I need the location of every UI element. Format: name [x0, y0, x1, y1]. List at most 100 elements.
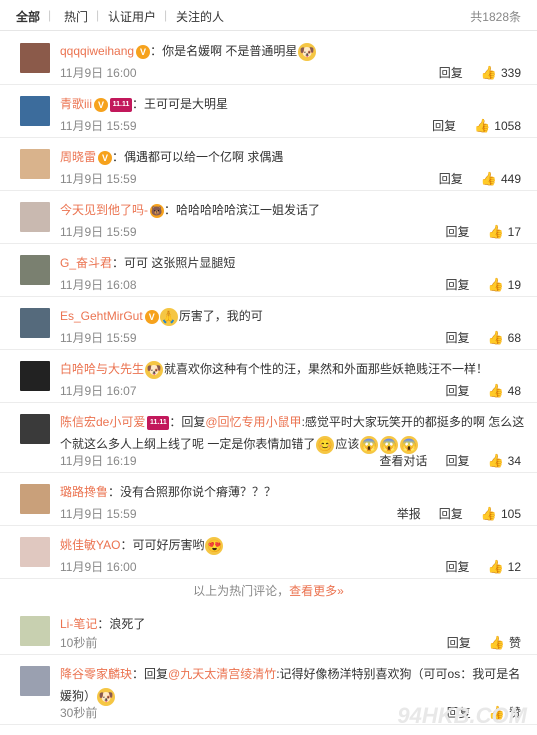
comment-body: Es_GehtMirGut V 🙏 厉害了，我的可 — [60, 305, 525, 327]
avatar[interactable] — [20, 255, 50, 285]
avatar[interactable] — [20, 537, 50, 567]
like-count: 1058 — [494, 119, 521, 133]
tab-all[interactable]: 全部 — [16, 8, 40, 25]
comment-actions: 回复 👍 12 — [427, 558, 521, 575]
comment-username[interactable]: 白哈哈与大先生 — [60, 362, 144, 376]
avatar[interactable] — [20, 96, 50, 126]
comment-content: ：没有合照那你说个瘠薄？？？ — [108, 485, 277, 499]
like-count: 339 — [500, 66, 521, 80]
reply-button[interactable]: 回复 — [445, 382, 469, 399]
comment-text: 青歌iii V 11.11 ：王可可是大明星 — [60, 93, 525, 115]
thumbs-up-icon: 👍 — [487, 559, 504, 574]
comment-actions: 回复 👍 449 — [421, 170, 521, 187]
comment-actions: 回复 👍 1058 — [414, 117, 521, 134]
avatar[interactable] — [20, 202, 50, 232]
view-more-link[interactable]: 查看更多» — [289, 584, 344, 598]
comment-item: Es_GehtMirGut V 🙏 厉害了，我的可 11月9日 15:59 回复 👍 68 — [0, 296, 537, 350]
comment-content: ：你是名媛啊 不是普通明星 — [150, 44, 298, 58]
report-button[interactable]: 举报 — [397, 505, 421, 522]
mention-link[interactable]: @九天太清宫绫清竹 — [168, 667, 276, 681]
comment-username[interactable]: 青歌iii — [60, 97, 92, 111]
comment-username[interactable]: 璐路搀鲁 — [60, 485, 108, 499]
tab-separator: | — [48, 8, 52, 22]
like-button[interactable]: 👍 105 — [481, 506, 521, 522]
like-button[interactable]: 👍 1058 — [474, 118, 521, 134]
like-button[interactable]: 👍 12 — [487, 559, 521, 575]
thumbs-up-icon: 👍 — [487, 383, 504, 398]
avatar[interactable] — [20, 484, 50, 514]
avatar[interactable] — [20, 414, 50, 444]
comment-time: 11月9日 16:08 — [60, 278, 137, 292]
reply-button[interactable]: 回复 — [445, 223, 469, 240]
comment-body: 青歌iii V 11.11 ：王可可是大明星 — [60, 93, 525, 115]
tab-following[interactable]: 关注的人 — [176, 8, 224, 25]
comment-item: 周晓雷 V ：偶遇都可以给一个亿啊 求偶遇 11月9日 15:59 回复 👍 449 — [0, 137, 537, 191]
view-conversation-button[interactable]: 查看对话 — [379, 452, 427, 469]
comment-time: 11月9日 16:07 — [60, 384, 137, 398]
comment-body: 璐路搀鲁：没有合照那你说个瘠薄？？？ — [60, 481, 525, 503]
reply-button[interactable]: 回复 — [439, 505, 463, 522]
comment-username[interactable]: G_奋斗君 — [60, 256, 112, 270]
thumbs-up-icon: 👍 — [487, 224, 504, 239]
comment-body: 周晓雷 V ：偶遇都可以给一个亿啊 求偶遇 — [60, 146, 525, 168]
comment-actions: 查看对话 回复 👍 34 — [361, 452, 521, 469]
tab-hot[interactable]: 热门 — [64, 8, 88, 25]
like-button[interactable]: 👍 48 — [487, 383, 521, 399]
reply-button[interactable]: 回复 — [445, 276, 469, 293]
like-button[interactable]: 👍 19 — [487, 277, 521, 293]
hot-hint-text: 以上为热门评论， — [193, 584, 290, 598]
mention-link[interactable]: @回忆专用小鼠甲 — [205, 415, 301, 429]
reply-button[interactable]: 回复 — [439, 170, 463, 187]
comment-body: 降谷零家麟玦：回复@九天太清宫绫清竹:记得好像杨洋特别喜欢狗（可可os：我可是名… — [60, 663, 525, 707]
comment-username[interactable]: 周晓雷 — [60, 150, 96, 164]
comment-username[interactable]: 降谷零家麟玦 — [60, 667, 132, 681]
reply-button[interactable]: 回复 — [447, 634, 471, 651]
like-count: 48 — [507, 384, 521, 398]
comment-username[interactable]: Li-笔记 — [60, 617, 97, 631]
avatar[interactable] — [20, 43, 50, 73]
reply-button[interactable]: 回复 — [445, 452, 469, 469]
comment-content: ：浪死了 — [97, 617, 146, 631]
like-count: 449 — [500, 172, 521, 186]
comment-content: 就喜欢你这种有个性的汪，果然和外面那些妖艳贱汪不一样！ — [164, 362, 489, 376]
comment-content: 厉害了，我的可 — [178, 309, 263, 323]
avatar[interactable] — [20, 308, 50, 338]
comment-username[interactable]: Es_GehtMirGut — [60, 309, 143, 323]
like-button[interactable]: 👍 449 — [481, 171, 521, 187]
tab-verified-users[interactable]: 认证用户 — [108, 8, 156, 25]
avatar[interactable] — [20, 361, 50, 391]
like-button[interactable]: 👍 339 — [481, 65, 521, 81]
comment-item: 姚佳敏YAO：可可好厉害哟 😍 11月9日 16:00 回复 👍 12 — [0, 525, 537, 579]
comment-username[interactable]: 姚佳敏YAO — [60, 538, 120, 552]
comment-text: 降谷零家麟玦：回复@九天太清宫绫清竹:记得好像杨洋特别喜欢狗（可可os：我可是名… — [60, 663, 525, 707]
comment-text: 姚佳敏YAO：可可好厉害哟 😍 — [60, 534, 525, 556]
reply-button[interactable]: 回复 — [445, 329, 469, 346]
comment-username[interactable]: qqqqiweihang — [60, 44, 134, 58]
avatar[interactable] — [20, 149, 50, 179]
thumbs-up-icon: 👍 — [487, 453, 504, 468]
like-button[interactable]: 👍 赞 — [489, 634, 521, 651]
comment-time: 11月9日 15:59 — [60, 172, 137, 186]
hot-comments-hint: 以上为热门评论，查看更多» — [0, 582, 537, 599]
reply-button[interactable]: 回复 — [432, 117, 456, 134]
avatar[interactable] — [20, 616, 50, 646]
double-eleven-badge-icon: 11.11 — [110, 97, 132, 112]
like-button[interactable]: 👍 17 — [487, 224, 521, 240]
double-eleven-badge-icon: 11.11 — [147, 415, 170, 430]
like-count: 105 — [500, 507, 521, 521]
reply-button[interactable]: 回复 — [445, 558, 469, 575]
like-button[interactable]: 👍 34 — [487, 453, 521, 469]
comment-username[interactable]: 今天见到他了吗- — [60, 203, 148, 217]
comment-body: qqqqiweihang V ：你是名媛啊 不是普通明星 🐶 — [60, 40, 525, 62]
avatar[interactable] — [20, 666, 50, 696]
thumbs-up-icon: 👍 — [480, 506, 497, 521]
emoji-icon: 🐶 — [298, 42, 317, 61]
comment-text: G_奋斗君：可可 这张照片显腿短 — [60, 252, 525, 274]
comment-actions: 回复 👍 赞 — [429, 634, 521, 651]
reply-button[interactable]: 回复 — [439, 64, 463, 81]
thumbs-up-icon: 👍 — [487, 330, 504, 345]
verified-badge-icon: 🐻 — [150, 203, 164, 218]
comment-time: 11月9日 16:00 — [60, 560, 137, 574]
like-button[interactable]: 👍 68 — [487, 330, 521, 346]
comment-username[interactable]: 陈信宏de小可爱 — [60, 415, 145, 429]
